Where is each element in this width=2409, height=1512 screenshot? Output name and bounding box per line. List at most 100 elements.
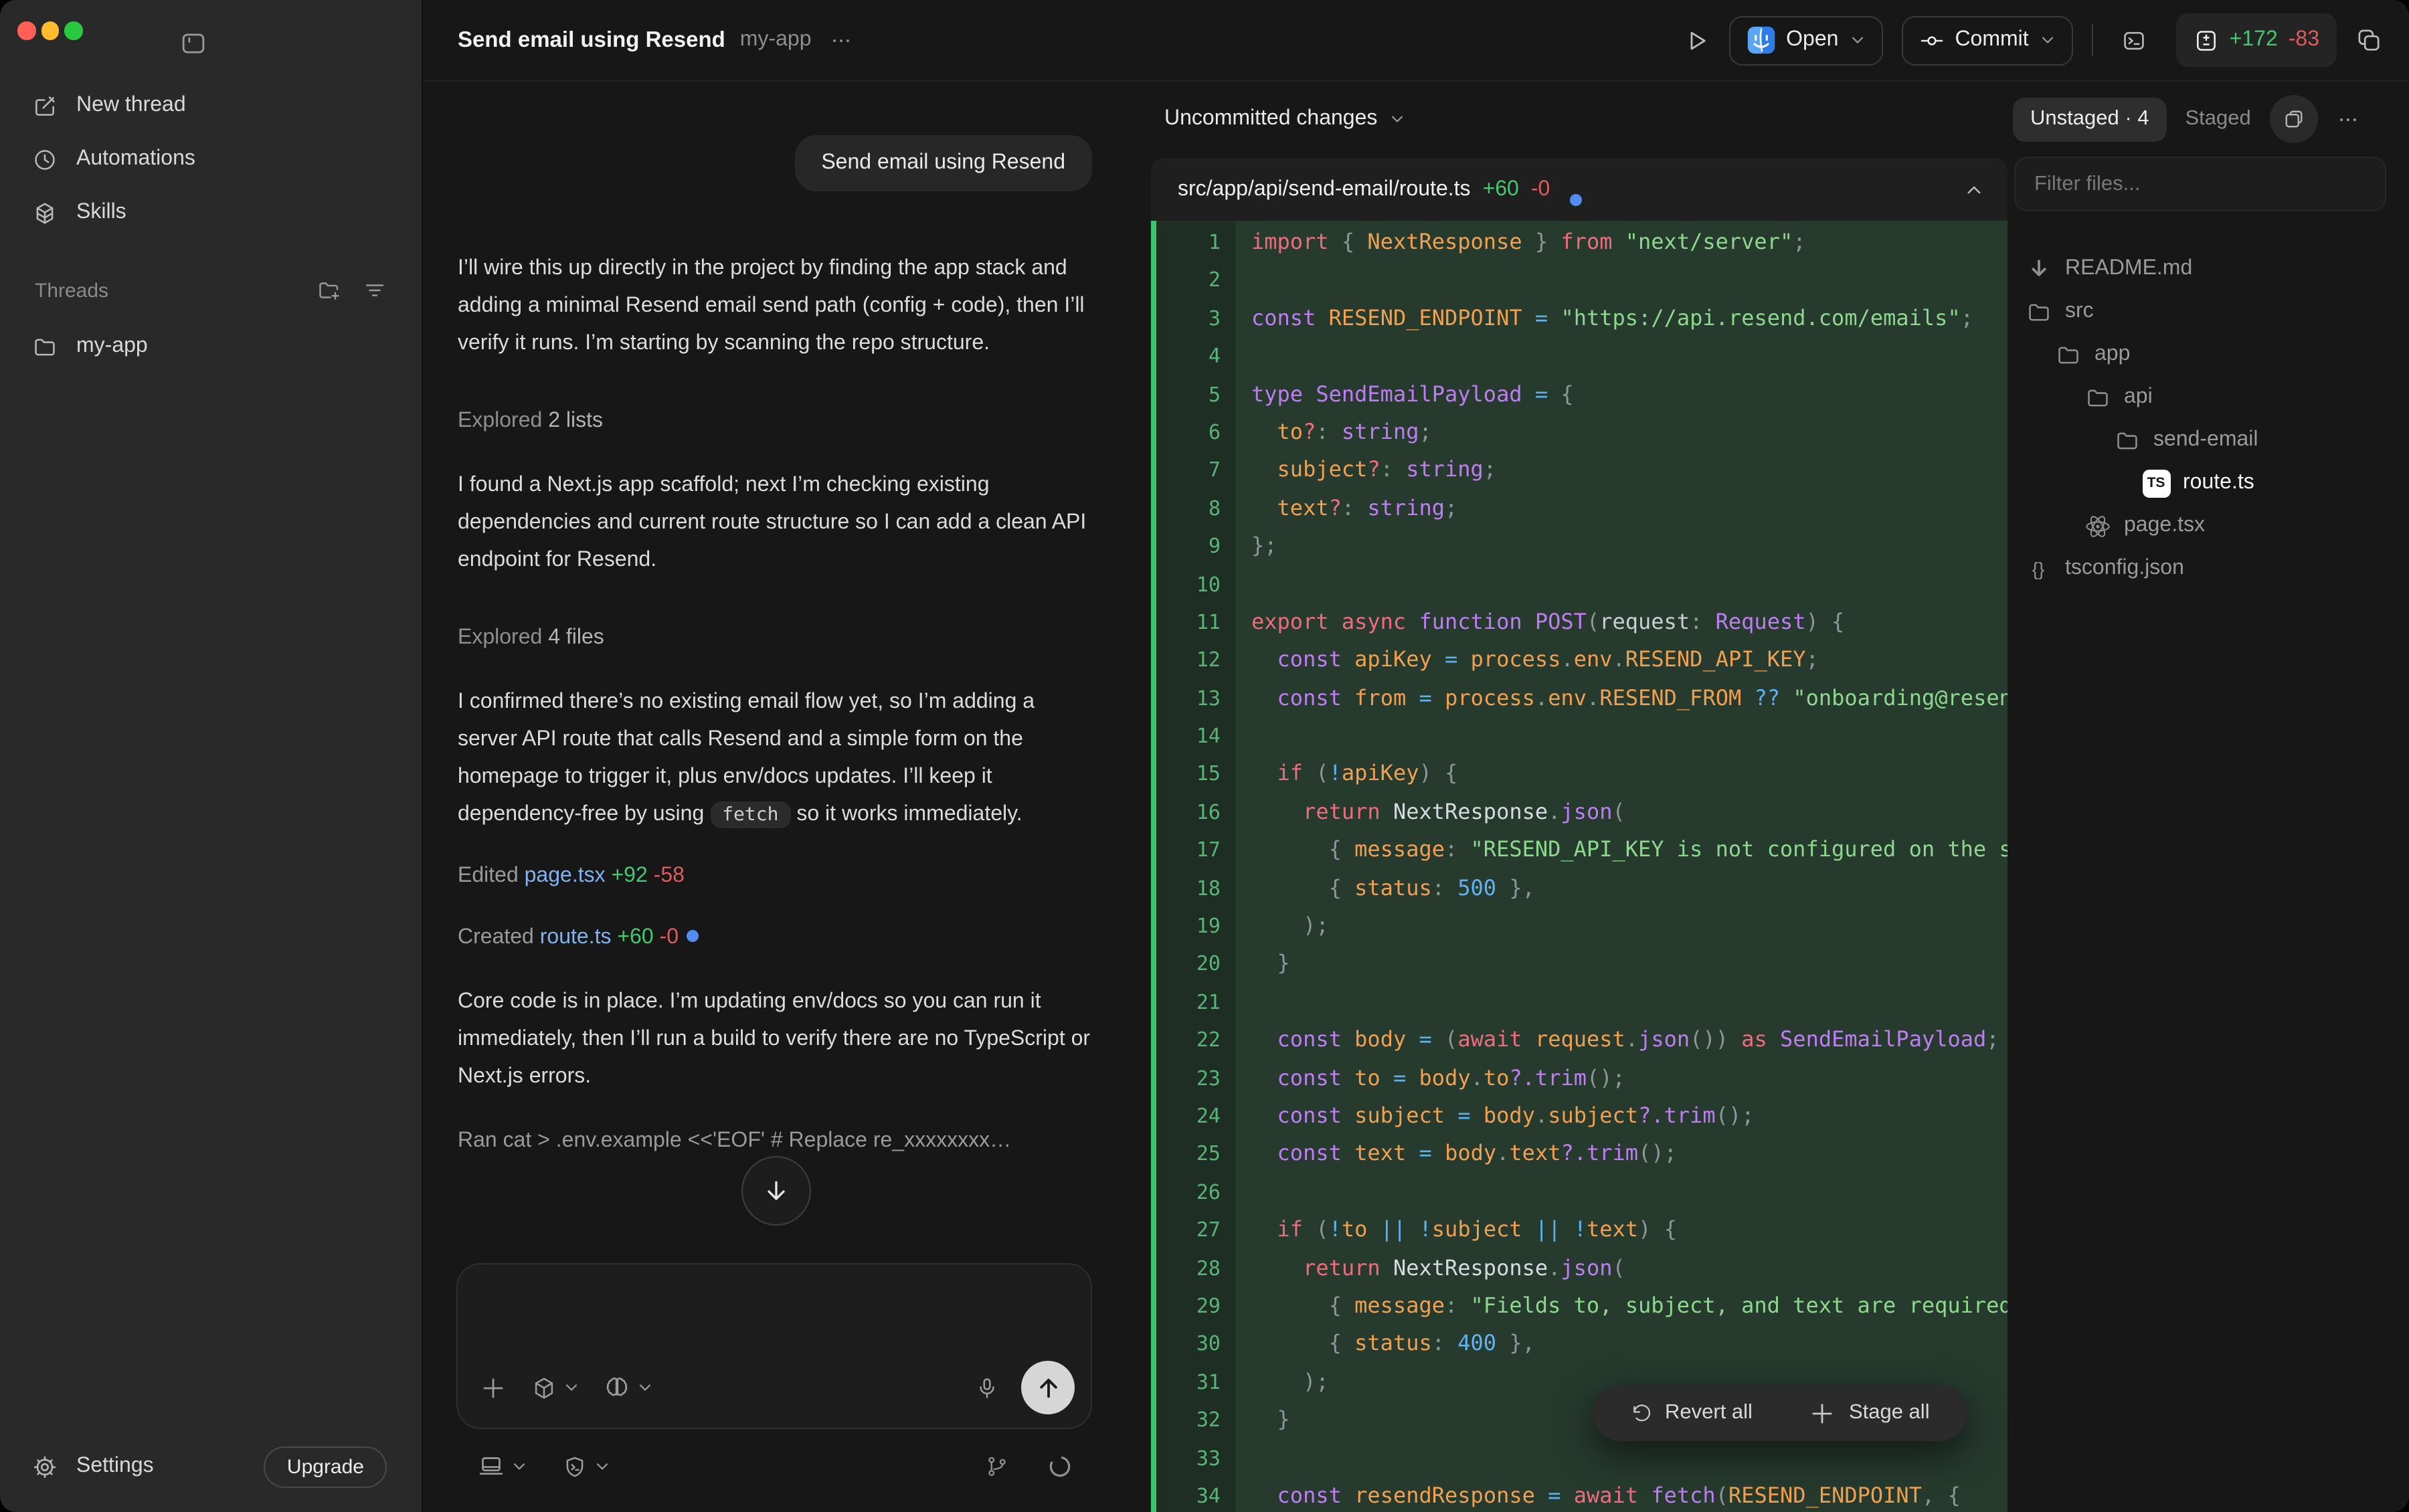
- sidebar-item-label: Automations: [76, 147, 195, 171]
- file-name: README.md: [2065, 257, 2192, 281]
- file-name: send-email: [2153, 428, 2258, 452]
- more-options-button[interactable]: [2337, 108, 2359, 130]
- code-line: 6 to?: string;: [1151, 413, 2008, 452]
- gear-icon: [32, 1454, 58, 1479]
- code-text: return NextResponse.json(: [1231, 793, 2008, 832]
- reasoning-picker[interactable]: [604, 1374, 653, 1401]
- file-link[interactable]: page.tsx: [525, 864, 606, 887]
- permissions-picker[interactable]: [562, 1454, 610, 1479]
- code-text: const from = process.env.RESEND_FROM ?? …: [1231, 679, 2008, 717]
- tab-staged[interactable]: Staged: [2185, 107, 2251, 131]
- content: Send email using Resend I’ll wire this u…: [423, 82, 2409, 1512]
- revert-all-button[interactable]: Revert all: [1622, 1400, 1761, 1426]
- code-text: subject?: string;: [1231, 452, 2008, 490]
- file-name: src: [2065, 300, 2094, 324]
- maximize-window-button[interactable]: [64, 21, 82, 39]
- settings-label[interactable]: Settings: [76, 1454, 154, 1479]
- sidebar-toggle-icon[interactable]: [179, 29, 207, 58]
- file-name: api: [2124, 385, 2153, 409]
- sidebar-item-new-thread[interactable]: New thread: [0, 79, 422, 132]
- download-arrow-icon: [2024, 256, 2053, 282]
- chat-input-box[interactable]: [456, 1263, 1092, 1429]
- collapse-chevron-up-icon[interactable]: [1965, 180, 1983, 199]
- duplicate-window-icon[interactable]: [2355, 27, 2382, 54]
- commit-button[interactable]: Commit: [1901, 15, 2072, 65]
- file-added: +92: [606, 864, 648, 887]
- attach-plus-icon[interactable]: [479, 1374, 507, 1402]
- session-toolbar: [478, 1453, 1073, 1480]
- step-label: Explored: [458, 409, 548, 432]
- run-button[interactable]: [1682, 26, 1710, 54]
- sidebar-item-skills[interactable]: Skills: [0, 186, 422, 240]
- minimize-window-button[interactable]: [41, 21, 59, 39]
- code-line: 8 text?: string;: [1151, 489, 2008, 527]
- code-text: { status: 500 },: [1231, 869, 2008, 907]
- code-line: 29 { message: "Fields to, subject, and t…: [1151, 1287, 2008, 1325]
- line-number: 28: [1151, 1249, 1231, 1287]
- diff-actions: Revert all Stage all: [1593, 1385, 1967, 1441]
- ran-command[interactable]: Ran cat > .env.example <<'EOF' # Replace…: [458, 1123, 1092, 1160]
- terminal-button[interactable]: [2112, 17, 2157, 63]
- file-tree-item-app[interactable]: app: [2014, 333, 2402, 376]
- code-line: 10: [1151, 565, 2008, 603]
- send-button[interactable]: [1021, 1361, 1075, 1414]
- react-icon: [2082, 512, 2112, 540]
- diff-file-header[interactable]: src/app/api/send-email/route.ts +60 -0: [1151, 158, 2008, 221]
- diff-panel: src/app/api/send-email/route.ts +60 -0 1…: [1151, 158, 2008, 1512]
- git-branch-icon[interactable]: [985, 1454, 1009, 1479]
- code-text: { status: 400 },: [1231, 1325, 2008, 1363]
- chat-column: Send email using Resend I’ll wire this u…: [423, 82, 1138, 1512]
- line-number: 26: [1151, 1173, 1231, 1212]
- device-picker[interactable]: [478, 1453, 527, 1480]
- line-number: 11: [1151, 603, 1231, 642]
- chevron-down-icon: [2040, 32, 2056, 48]
- open-button[interactable]: Open: [1728, 15, 1882, 65]
- file-tree-item-readme-md[interactable]: README.md: [2014, 248, 2402, 290]
- commit-icon: [1919, 27, 1944, 53]
- file-tree-item-send-email[interactable]: send-email: [2014, 419, 2402, 462]
- close-window-button[interactable]: [17, 21, 35, 39]
- file-tree-item-tsconfig-json[interactable]: {}tsconfig.json: [2014, 547, 2402, 590]
- line-number: 1: [1151, 223, 1231, 262]
- chat-input[interactable]: [479, 1281, 1075, 1361]
- upgrade-button[interactable]: Upgrade: [264, 1446, 387, 1487]
- filter-threads-icon[interactable]: [363, 278, 387, 302]
- code-line: 1import { NextResponse } from "next/serv…: [1151, 223, 2008, 262]
- step-detail: 2 lists: [548, 409, 603, 432]
- file-tree-item-route-ts[interactable]: TSroute.ts: [2014, 462, 2402, 504]
- stage-all-button[interactable]: Stage all: [1801, 1398, 1938, 1428]
- file-link[interactable]: route.ts: [540, 926, 612, 949]
- lines-added: +172: [2230, 28, 2278, 52]
- code-line: 25 const text = body.text?.trim();: [1151, 1135, 2008, 1173]
- thread-title: Send email using Resend: [458, 27, 725, 53]
- code-text: const resendResponse = await fetch(RESEN…: [1231, 1477, 2008, 1512]
- thread-menu-button[interactable]: [830, 29, 853, 52]
- code-line: 16 return NextResponse.json(: [1151, 793, 2008, 832]
- sidebar-item-automations[interactable]: Automations: [0, 132, 422, 186]
- code-line: 12 const apiKey = process.env.RESEND_API…: [1151, 642, 2008, 680]
- tool-step[interactable]: Explored 2 lists: [458, 403, 1092, 440]
- scroll-to-bottom-button[interactable]: [741, 1156, 811, 1226]
- tool-step[interactable]: Explored 4 files: [458, 620, 1092, 657]
- json-braces-icon: {}: [2024, 558, 2053, 579]
- file-tree-item-api[interactable]: api: [2014, 376, 2402, 419]
- clock-icon: [32, 147, 58, 172]
- filter-files-input[interactable]: [2014, 157, 2386, 211]
- thread-item-my-app[interactable]: my-app: [0, 320, 422, 373]
- changes-header[interactable]: Uncommitted changes: [1164, 98, 1405, 140]
- line-number: 31: [1151, 1363, 1231, 1401]
- file-tree-item-page-tsx[interactable]: page.tsx: [2014, 504, 2402, 547]
- code-line: 9};: [1151, 527, 2008, 565]
- file-removed: -0: [654, 926, 679, 949]
- tab-unstaged[interactable]: Unstaged · 4: [2013, 97, 2167, 141]
- line-number: 24: [1151, 1097, 1231, 1135]
- model-context-picker[interactable]: [531, 1375, 579, 1400]
- file-stack-button[interactable]: [2270, 95, 2318, 143]
- file-tree-item-src[interactable]: src: [2014, 290, 2402, 333]
- diff-stats-badge[interactable]: +172 -83: [2176, 13, 2337, 67]
- file-name: route.ts: [2183, 471, 2254, 495]
- new-workspace-folder-icon[interactable]: [317, 278, 341, 302]
- code-line: 2: [1151, 262, 2008, 300]
- microphone-icon[interactable]: [974, 1375, 1000, 1400]
- line-number: 15: [1151, 755, 1231, 793]
